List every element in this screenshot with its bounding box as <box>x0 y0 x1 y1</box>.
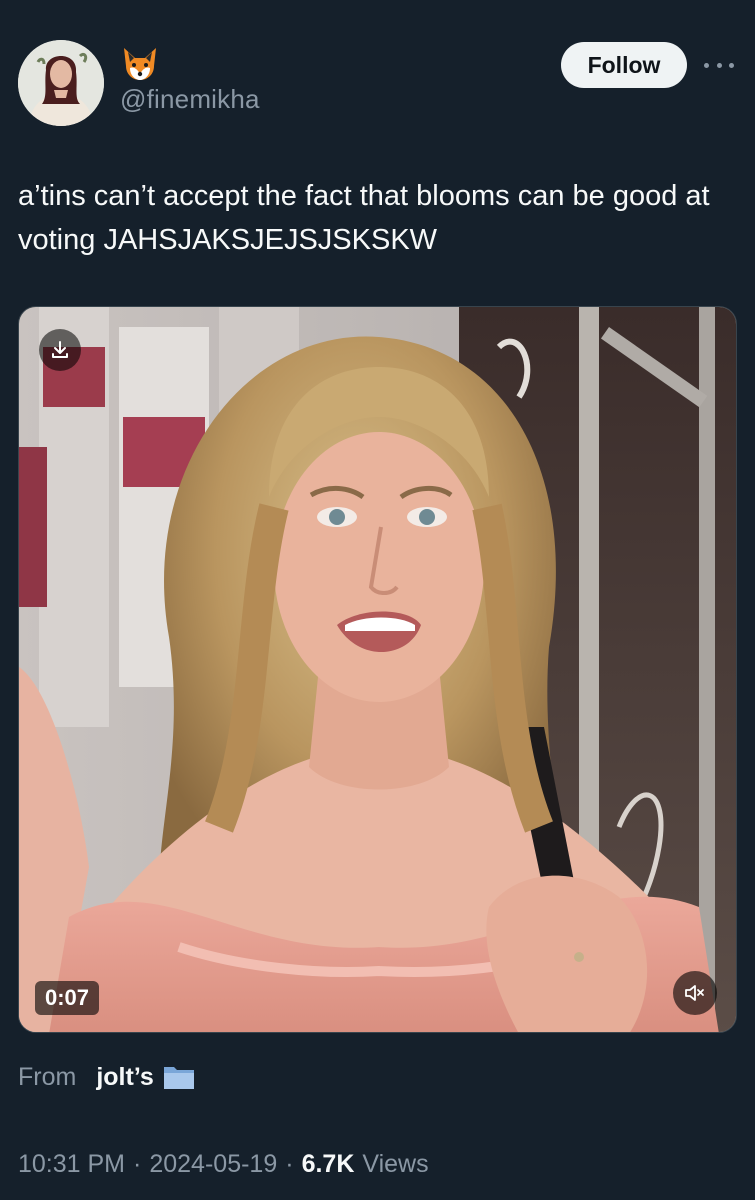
video-frame <box>19 307 736 1032</box>
from-label: From <box>18 1062 77 1091</box>
more-horizontal-icon[interactable] <box>704 56 734 74</box>
author-handle[interactable]: @finemikha <box>120 84 260 115</box>
more-dot <box>729 62 734 68</box>
volume-muted-icon <box>685 985 704 1001</box>
tweet-detail: 🦊 @finemikha Follow a’tins can’t accept … <box>0 0 755 1200</box>
fox-emoji-icon[interactable] <box>120 44 160 84</box>
tweet-date[interactable]: 2024-05-19 <box>149 1150 277 1179</box>
more-dot <box>704 62 709 68</box>
video-source-row: From jolt’s 📁 <box>18 1062 196 1092</box>
tweet-time[interactable]: 10:31 PM <box>18 1150 125 1179</box>
meta-separator: · <box>285 1150 294 1178</box>
video-duration-badge: 0:07 <box>35 981 100 1015</box>
tweet-meta: 10:31 PM · 2024-05-19 · 6.7K Views <box>18 1150 429 1179</box>
download-icon <box>52 341 68 358</box>
views-count[interactable]: 6.7K <box>302 1150 355 1179</box>
download-button[interactable] <box>39 329 81 371</box>
mute-toggle-button[interactable] <box>673 971 717 1015</box>
source-account-link[interactable]: jolt’s <box>96 1063 153 1092</box>
author-avatar[interactable] <box>18 40 104 126</box>
avatar-image <box>18 40 104 126</box>
folder-icon <box>163 1067 194 1089</box>
more-dot <box>716 62 722 68</box>
meta-separator: · <box>133 1150 142 1178</box>
views-label: Views <box>362 1150 429 1178</box>
video-player[interactable]: 0:07 <box>18 306 737 1033</box>
tweet-text: a’tins can’t accept the fact that blooms… <box>18 180 710 256</box>
follow-button[interactable]: Follow <box>561 42 687 88</box>
